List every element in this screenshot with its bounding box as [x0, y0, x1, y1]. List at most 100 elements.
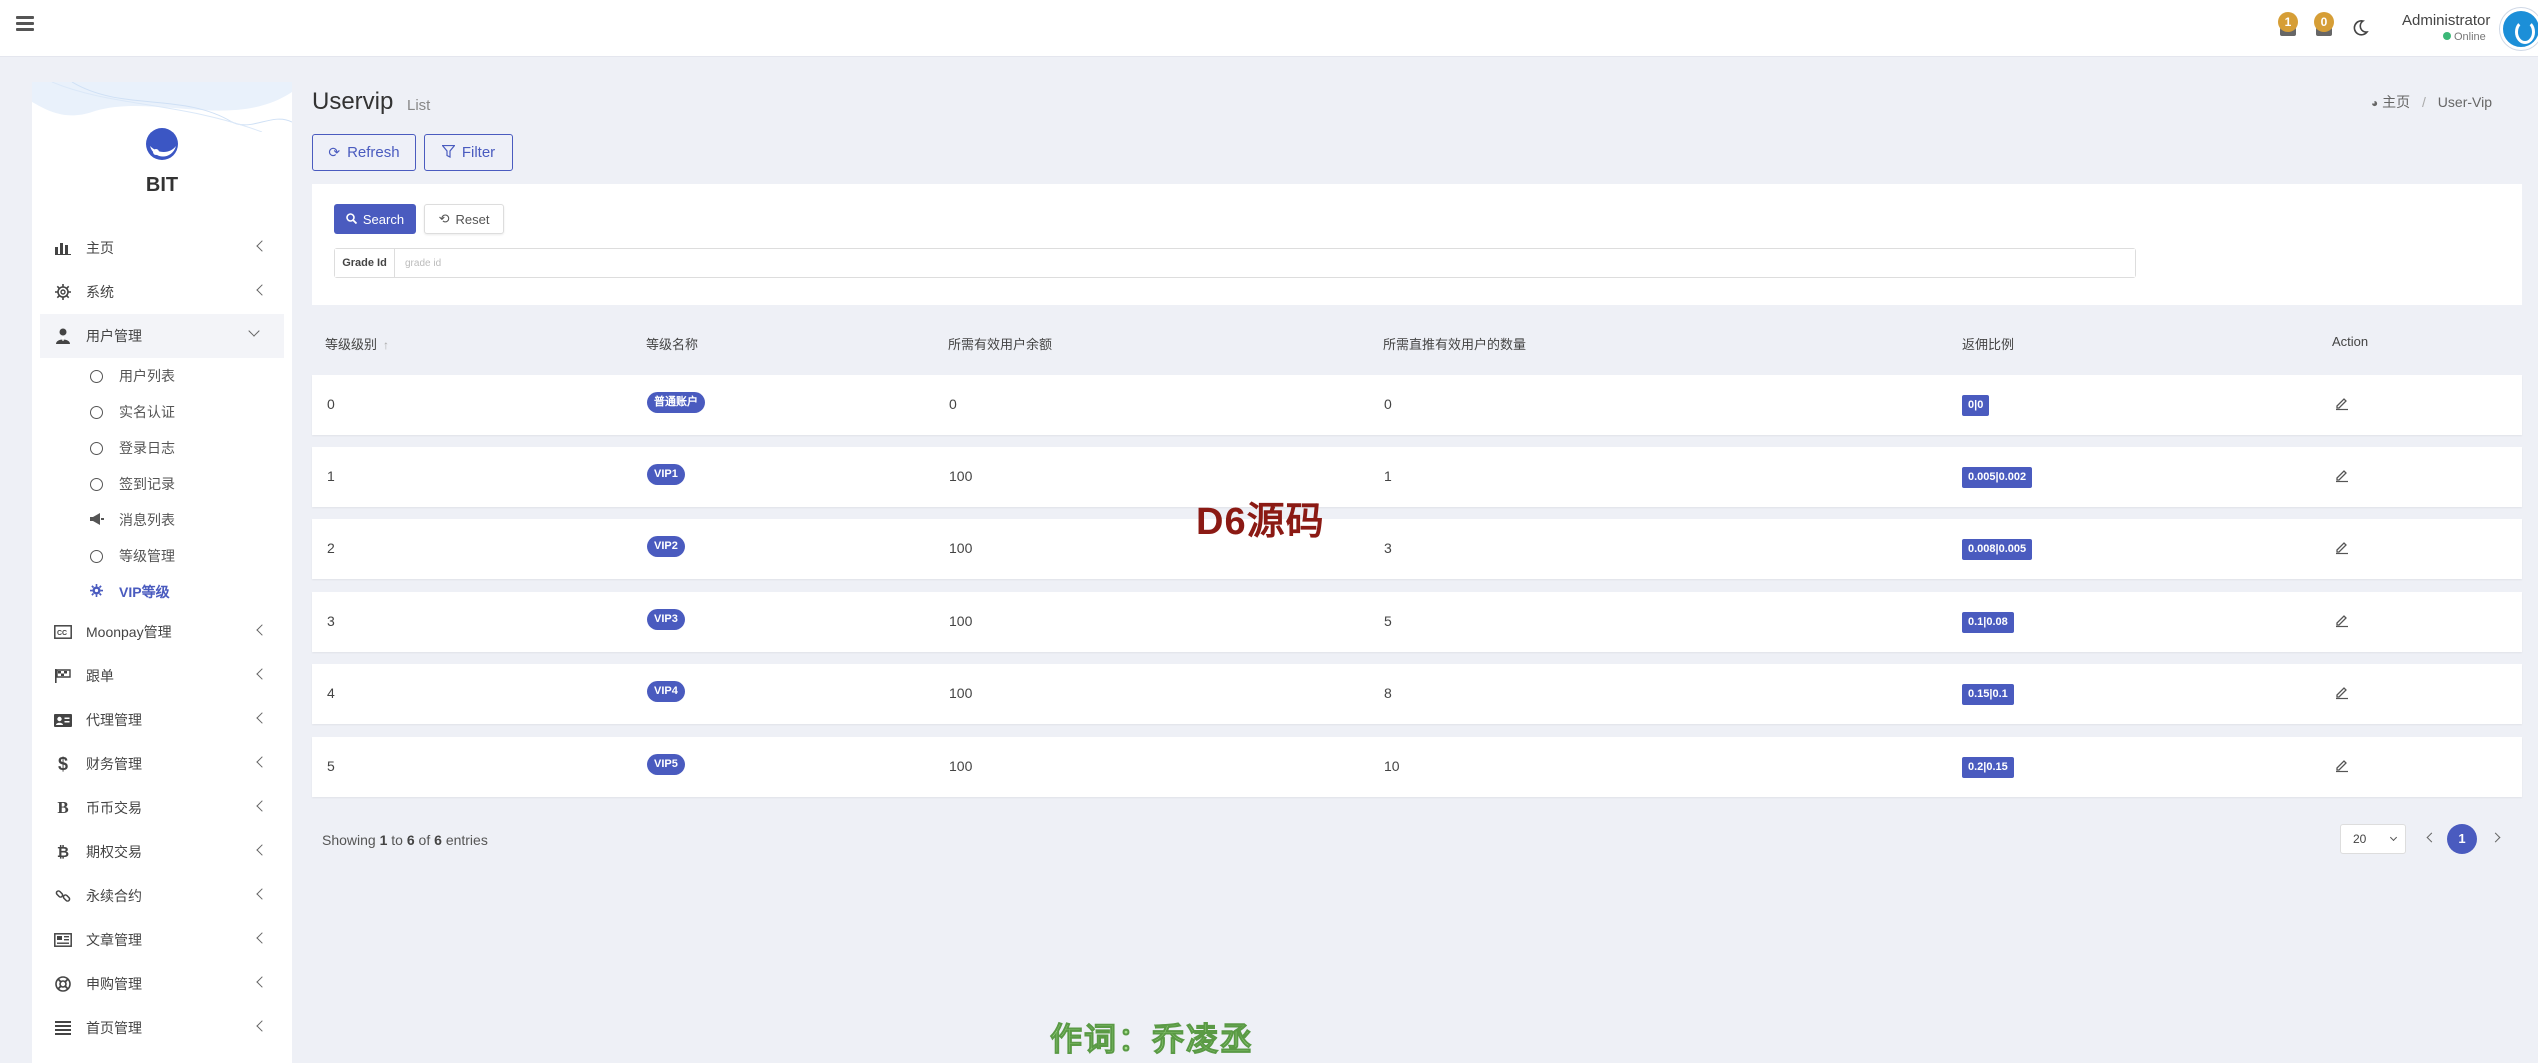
- chevron-left-icon: [256, 756, 268, 768]
- hamburger-menu-icon[interactable]: [16, 16, 34, 32]
- sidebar-item-spot-trading[interactable]: B 币币交易: [32, 786, 292, 830]
- top-bar: 1 0 Administrator Online: [0, 0, 2538, 57]
- sidebar-item-homepage[interactable]: 首页管理: [32, 1006, 292, 1050]
- grade-id-label: Grade Id: [335, 249, 395, 277]
- edit-icon[interactable]: [2334, 684, 2350, 700]
- page-title: Uservip: [312, 88, 394, 115]
- circle-icon: [90, 369, 103, 383]
- column-header-action: Action: [2332, 334, 2369, 349]
- sidebar-item-system[interactable]: 系统: [32, 270, 292, 314]
- sidebar-subitem-messages[interactable]: 消息列表: [32, 502, 292, 538]
- newspaper-icon: [54, 931, 72, 949]
- gear-icon: [54, 283, 72, 301]
- chevron-down-icon: [248, 325, 260, 337]
- column-header-balance[interactable]: 所需有效用户余额: [948, 334, 1052, 353]
- sidebar-item-copy-trading[interactable]: 跟单: [32, 654, 292, 698]
- cell-balance: 100: [949, 685, 973, 701]
- edit-icon[interactable]: [2334, 612, 2350, 628]
- ratio-badge: 0.1|0.08: [1962, 612, 2014, 633]
- message-bell-button[interactable]: 0: [2312, 12, 2338, 42]
- search-icon: [346, 212, 358, 227]
- column-header-ratio[interactable]: 返佣比例: [1962, 334, 2014, 353]
- sidebar-subitem-user-list[interactable]: 用户列表: [32, 358, 292, 394]
- breadcrumb-separator: /: [2422, 94, 2426, 110]
- bitcoin-icon: ₿: [56, 843, 70, 861]
- sidebar-item-user-management[interactable]: 用户管理: [40, 314, 284, 358]
- table-row: 4 VIP4 100 8 0.15|0.1: [312, 664, 2522, 724]
- chevron-left-icon: [256, 284, 268, 296]
- reset-button[interactable]: ⟲ Reset: [424, 204, 504, 234]
- sidebar-item-perpetual[interactable]: 永续合约: [32, 874, 292, 918]
- chevron-down-icon: [2389, 833, 2398, 842]
- column-header-level[interactable]: 等级级别 ↑: [325, 334, 389, 353]
- chevron-left-icon: [256, 668, 268, 680]
- cell-level: 0: [327, 396, 335, 412]
- link-icon: [54, 887, 72, 905]
- sidebar-subitem-vip-grade[interactable]: VIP等级: [32, 574, 292, 610]
- edit-icon[interactable]: [2334, 539, 2350, 555]
- dashboard-icon: ◕: [2370, 96, 2379, 110]
- page-number-button[interactable]: 1: [2447, 824, 2477, 854]
- sidebar-item-articles[interactable]: 文章管理: [32, 918, 292, 962]
- bar-chart-icon: [54, 239, 72, 257]
- sidebar-subitem-login-log[interactable]: 登录日志: [32, 430, 292, 466]
- dollar-icon: $: [57, 753, 68, 774]
- moon-icon[interactable]: [2350, 18, 2370, 38]
- sidebar-item-agent[interactable]: 代理管理: [32, 698, 292, 742]
- previous-page-icon[interactable]: [2426, 832, 2437, 843]
- notification-badge: 0: [2314, 12, 2334, 32]
- sidebar-item-home[interactable]: 主页: [32, 226, 292, 270]
- notification-bell-button[interactable]: 1: [2276, 12, 2302, 42]
- cell-direct-count: 0: [1384, 396, 1392, 412]
- cell-balance: 100: [949, 540, 973, 556]
- next-page-icon[interactable]: [2490, 832, 2501, 843]
- user-name[interactable]: Administrator: [2402, 12, 2490, 29]
- chevron-left-icon: [256, 888, 268, 900]
- cell-direct-count: 8: [1384, 685, 1392, 701]
- grade-id-field: Grade Id: [334, 248, 2136, 278]
- sidebar-item-label: 系统: [86, 284, 114, 300]
- cell-level: 3: [327, 613, 335, 629]
- chevron-left-icon: [256, 844, 268, 856]
- sidebar: BIT 主页 系统 用户管理 用户列表 实名认证 登录日志 签到记录 消息列表 …: [32, 82, 292, 1063]
- grade-name-badge: VIP3: [647, 609, 685, 630]
- chevron-left-icon: [256, 976, 268, 988]
- user-status: Online: [2443, 31, 2486, 43]
- grade-name-badge: 普通账户: [647, 392, 705, 413]
- logo-text: BIT: [145, 174, 179, 196]
- logo-icon: [146, 128, 178, 160]
- sidebar-item-moonpay[interactable]: CC Moonpay管理: [32, 610, 292, 654]
- avatar[interactable]: [2500, 8, 2538, 50]
- column-header-direct-count[interactable]: 所需直推有效用户的数量: [1383, 334, 1526, 353]
- refresh-button[interactable]: ⟳ Refresh: [312, 134, 416, 171]
- megaphone-icon: [90, 512, 104, 528]
- sidebar-subitem-grade-management[interactable]: 等级管理: [32, 538, 292, 574]
- sidebar-item-options-trading[interactable]: ₿ 期权交易: [32, 830, 292, 874]
- sidebar-item-subscription[interactable]: 申购管理: [32, 962, 292, 1006]
- video-caption: 作词：乔凌丞: [1049, 1021, 1255, 1058]
- filter-button[interactable]: Filter: [424, 134, 513, 171]
- table-header: 等级级别 ↑ 等级名称 所需有效用户余额 所需直推有效用户的数量 返佣比例 Act…: [312, 328, 2522, 356]
- refresh-icon: ⟳: [328, 144, 341, 160]
- cell-level: 2: [327, 540, 335, 556]
- edit-icon[interactable]: [2334, 757, 2350, 773]
- table-row: 1 VIP1 100 1 0.005|0.002: [312, 447, 2522, 507]
- sidebar-nav: 主页 系统 用户管理 用户列表 实名认证 登录日志 签到记录 消息列表 等级管理…: [32, 226, 292, 1050]
- sidebar-item-finance[interactable]: $ 财务管理: [32, 742, 292, 786]
- search-button[interactable]: Search: [334, 204, 416, 234]
- grade-id-input[interactable]: [395, 249, 2135, 277]
- breadcrumb-home-link[interactable]: 主页: [2382, 94, 2410, 110]
- column-header-name[interactable]: 等级名称: [646, 334, 698, 353]
- sidebar-subitem-checkin[interactable]: 签到记录: [32, 466, 292, 502]
- sort-up-icon: ↑: [383, 338, 390, 352]
- sidebar-subitem-kyc[interactable]: 实名认证: [32, 394, 292, 430]
- breadcrumb-current: User-Vip: [2437, 94, 2492, 110]
- user-tie-icon: [54, 327, 72, 345]
- page-size-select[interactable]: 20: [2340, 824, 2406, 854]
- edit-icon[interactable]: [2334, 467, 2350, 483]
- sidebar-item-label: 期权交易: [86, 844, 142, 860]
- cell-direct-count: 10: [1384, 758, 1400, 774]
- sidebar-item-label: 跟单: [86, 668, 114, 684]
- edit-icon[interactable]: [2334, 395, 2350, 411]
- circle-icon: [90, 441, 103, 455]
